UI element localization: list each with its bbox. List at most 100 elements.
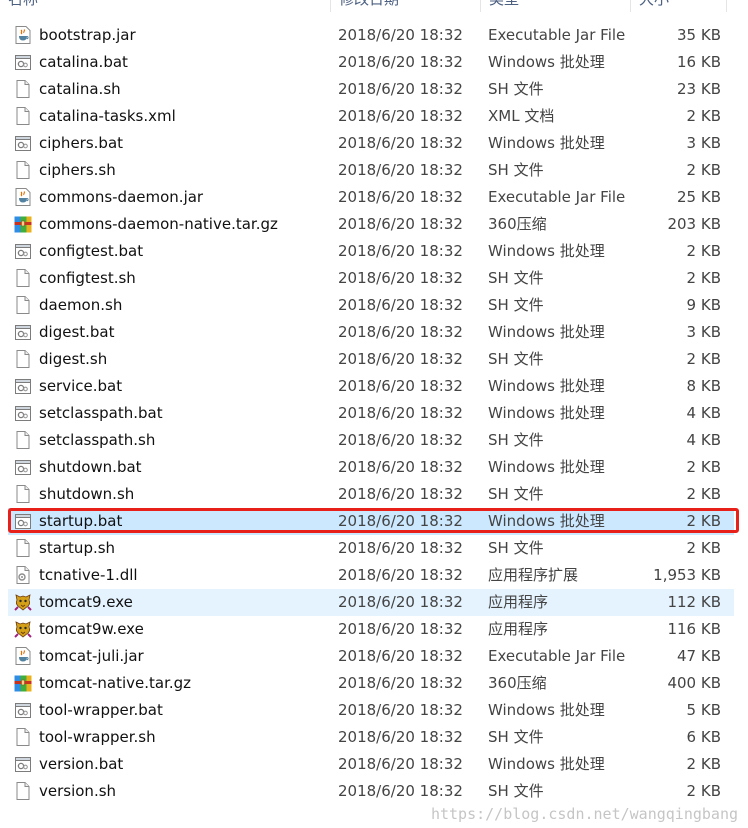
file-row[interactable]: tcnative-1.dll 2018/6/20 18:32 应用程序扩展 1,…: [8, 562, 734, 589]
file-type: 应用程序: [488, 593, 549, 611]
file-type: 360压缩: [488, 215, 547, 233]
file-type: Windows 批处理: [488, 323, 605, 341]
bat-icon: [15, 406, 31, 421]
file-modified-date: 2018/6/20 18:32: [338, 566, 463, 584]
dll-icon: [16, 566, 30, 584]
file-name: startup.bat: [39, 512, 123, 530]
file-size: 2 KB: [686, 161, 721, 179]
file-type: SH 文件: [488, 782, 544, 800]
file-icon-cell: [13, 184, 35, 211]
file-name: tool-wrapper.bat: [39, 701, 163, 719]
file-icon: [16, 782, 30, 800]
bat-icon: [15, 514, 31, 529]
file-size: 8 KB: [686, 377, 721, 395]
column-header-name[interactable]: 名称: [0, 0, 331, 12]
column-header-size[interactable]: 大小: [631, 0, 727, 12]
file-type: 应用程序扩展: [488, 566, 579, 584]
file-modified-date: 2018/6/20 18:32: [338, 242, 463, 260]
file-size: 112 KB: [667, 593, 721, 611]
file-name: shutdown.bat: [39, 458, 142, 476]
file-name: setclasspath.bat: [39, 404, 163, 422]
bat-icon: [15, 136, 31, 151]
file-row[interactable]: startup.sh 2018/6/20 18:32 SH 文件 2 KB: [8, 535, 734, 562]
file-icon-cell: [13, 373, 35, 400]
file-row[interactable]: digest.bat 2018/6/20 18:32 Windows 批处理 3…: [8, 319, 734, 346]
file-icon-cell: [13, 562, 35, 589]
file-modified-date: 2018/6/20 18:32: [338, 323, 463, 341]
file-row[interactable]: service.bat 2018/6/20 18:32 Windows 批处理 …: [8, 373, 734, 400]
file-modified-date: 2018/6/20 18:32: [338, 188, 463, 206]
file-modified-date: 2018/6/20 18:32: [338, 80, 463, 98]
file-row[interactable]: configtest.sh 2018/6/20 18:32 SH 文件 2 KB: [8, 265, 734, 292]
file-type: Windows 批处理: [488, 512, 605, 530]
bat-icon: [15, 703, 31, 718]
file-name: ciphers.bat: [39, 134, 124, 152]
file-type: Windows 批处理: [488, 134, 605, 152]
file-icon-cell: [13, 76, 35, 103]
file-size: 3 KB: [686, 323, 721, 341]
file-type: SH 文件: [488, 728, 544, 746]
file-row[interactable]: version.sh 2018/6/20 18:32 SH 文件 2 KB: [8, 778, 734, 805]
file-name: catalina.sh: [39, 80, 121, 98]
file-icon-cell: [13, 400, 35, 427]
file-name: tomcat9w.exe: [39, 620, 144, 638]
file-icon-cell: [13, 130, 35, 157]
file-row[interactable]: tool-wrapper.bat 2018/6/20 18:32 Windows…: [8, 697, 734, 724]
file-row[interactable]: tomcat-native.tar.gz 2018/6/20 18:32 360…: [8, 670, 734, 697]
watermark-text: https://blog.csdn.net/wangqingbang: [430, 805, 738, 823]
file-list: bootstrap.jar 2018/6/20 18:32 Executable…: [0, 22, 748, 805]
file-row[interactable]: daemon.sh 2018/6/20 18:32 SH 文件 9 KB: [8, 292, 734, 319]
file-modified-date: 2018/6/20 18:32: [338, 539, 463, 557]
file-modified-date: 2018/6/20 18:32: [338, 431, 463, 449]
file-row[interactable]: setclasspath.sh 2018/6/20 18:32 SH 文件 4 …: [8, 427, 734, 454]
file-row[interactable]: catalina-tasks.xml 2018/6/20 18:32 XML 文…: [8, 103, 734, 130]
file-row[interactable]: catalina.bat 2018/6/20 18:32 Windows 批处理…: [8, 49, 734, 76]
file-name: ciphers.sh: [39, 161, 116, 179]
file-modified-date: 2018/6/20 18:32: [338, 512, 463, 530]
file-row[interactable]: catalina.sh 2018/6/20 18:32 SH 文件 23 KB: [8, 76, 734, 103]
file-row[interactable]: configtest.bat 2018/6/20 18:32 Windows 批…: [8, 238, 734, 265]
file-row[interactable]: tomcat9.exe 2018/6/20 18:32 应用程序 112 KB: [8, 589, 734, 616]
file-name: tcnative-1.dll: [39, 566, 138, 584]
column-header-date[interactable]: 修改日期: [331, 0, 481, 12]
file-row[interactable]: bootstrap.jar 2018/6/20 18:32 Executable…: [8, 22, 734, 49]
file-name: tomcat-juli.jar: [39, 647, 144, 665]
column-header-type[interactable]: 类型: [481, 0, 631, 12]
file-type: Executable Jar File: [488, 26, 626, 44]
file-size: 2 KB: [686, 755, 721, 773]
file-row[interactable]: shutdown.sh 2018/6/20 18:32 SH 文件 2 KB: [8, 481, 734, 508]
bat-icon: [15, 757, 31, 772]
archive-icon: [14, 675, 32, 692]
tomcat-icon: [14, 621, 32, 638]
file-row[interactable]: tomcat9w.exe 2018/6/20 18:32 应用程序 116 KB: [8, 616, 734, 643]
file-type: XML 文档: [488, 107, 555, 125]
file-icon-cell: [13, 670, 35, 697]
file-name: catalina.bat: [39, 53, 128, 71]
file-row[interactable]: digest.sh 2018/6/20 18:32 SH 文件 2 KB: [8, 346, 734, 373]
file-row[interactable]: ciphers.sh 2018/6/20 18:32 SH 文件 2 KB: [8, 157, 734, 184]
file-type: SH 文件: [488, 80, 544, 98]
file-icon-cell: [13, 535, 35, 562]
file-row[interactable]: shutdown.bat 2018/6/20 18:32 Windows 批处理…: [8, 454, 734, 481]
file-row[interactable]: ciphers.bat 2018/6/20 18:32 Windows 批处理 …: [8, 130, 734, 157]
file-icon-cell: [13, 454, 35, 481]
jar-icon: [15, 26, 31, 44]
file-row[interactable]: version.bat 2018/6/20 18:32 Windows 批处理 …: [8, 751, 734, 778]
file-row[interactable]: startup.bat 2018/6/20 18:32 Windows 批处理 …: [8, 508, 734, 535]
file-row[interactable]: commons-daemon-native.tar.gz 2018/6/20 1…: [8, 211, 734, 238]
file-icon-cell: [13, 427, 35, 454]
file-icon-cell: [13, 211, 35, 238]
file-row[interactable]: setclasspath.bat 2018/6/20 18:32 Windows…: [8, 400, 734, 427]
file-row[interactable]: tool-wrapper.sh 2018/6/20 18:32 SH 文件 6 …: [8, 724, 734, 751]
file-modified-date: 2018/6/20 18:32: [338, 782, 463, 800]
file-icon: [16, 485, 30, 503]
file-row[interactable]: commons-daemon.jar 2018/6/20 18:32 Execu…: [8, 184, 734, 211]
file-icon-cell: [13, 22, 35, 49]
file-row[interactable]: tomcat-juli.jar 2018/6/20 18:32 Executab…: [8, 643, 734, 670]
file-size: 2 KB: [686, 269, 721, 287]
file-name: commons-daemon-native.tar.gz: [39, 215, 278, 233]
file-icon-cell: [13, 292, 35, 319]
file-type: Windows 批处理: [488, 242, 605, 260]
bat-icon: [15, 379, 31, 394]
jar-icon: [15, 188, 31, 206]
